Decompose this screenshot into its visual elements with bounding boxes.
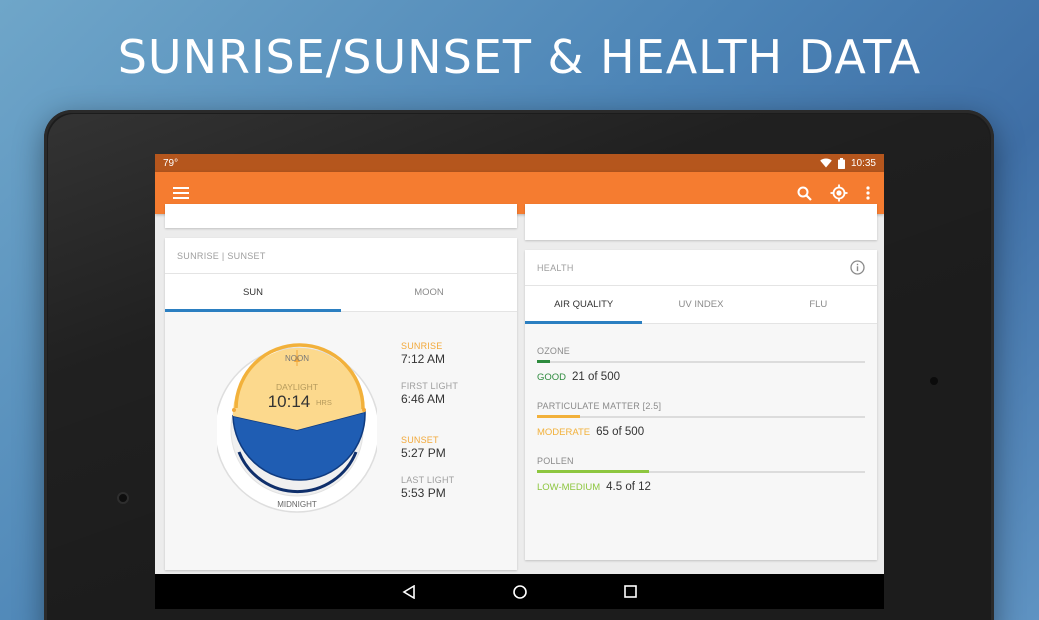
- tab-moon[interactable]: MOON: [341, 274, 517, 311]
- metric-label: OZONE: [537, 346, 571, 356]
- info-icon[interactable]: [850, 260, 865, 275]
- dial-midnight-label: MIDNIGHT: [277, 500, 317, 509]
- health-metric: OZONE GOOD 21 of 500: [537, 346, 865, 383]
- sunset-label: SUNSET: [401, 435, 439, 445]
- card-header: SUNRISE | SUNSET: [165, 238, 517, 274]
- metric-value: 21 of 500: [572, 371, 620, 383]
- status-time: 10:35: [850, 157, 876, 169]
- metric-row: LOW-MEDIUM 4.5 of 12: [537, 481, 865, 493]
- wifi-icon: [820, 158, 832, 168]
- my-location-icon[interactable]: [830, 184, 848, 202]
- app-bar-actions: [797, 184, 870, 202]
- front-camera: [117, 492, 129, 504]
- sunrise-value: 7:12 AM: [401, 352, 446, 366]
- metric-bar-track: [537, 360, 865, 363]
- last-light-label: LAST LIGHT: [401, 475, 455, 485]
- metric-value: 4.5 of 12: [606, 481, 651, 493]
- metric-status: LOW-MEDIUM: [537, 482, 601, 493]
- last-light-block: LAST LIGHT 5:53 PM: [401, 474, 511, 501]
- status-icons: 10:35: [820, 157, 876, 169]
- metric-bar-fill: [537, 360, 551, 363]
- sun-panel: NOON MIDNIGHT DAYLIGHT 10:14 HRS SUNRISE…: [165, 312, 517, 570]
- metric-status: GOOD: [537, 372, 567, 383]
- metric-bar-fill: [537, 470, 649, 473]
- tab-air-quality[interactable]: AIR QUALITY: [525, 286, 643, 324]
- air-quality-panel: OZONE GOOD 21 of 500 PARTICULATE MATTER [2.…: [525, 324, 877, 560]
- health-metric: POLLEN LOW-MEDIUM 4.5 of 12: [537, 456, 865, 493]
- first-light-value: 6:46 AM: [401, 392, 446, 406]
- status-temperature: 79°: [163, 157, 179, 169]
- previous-card-left: [165, 204, 517, 228]
- metric-bar-fill: [537, 415, 580, 418]
- search-icon[interactable]: [797, 186, 812, 201]
- headline: SUNRISE/SUNSET & HEALTH DATA: [117, 30, 922, 84]
- metric-label: POLLEN: [537, 456, 574, 466]
- dial-noon-label: NOON: [285, 354, 309, 363]
- card-title: SUNRISE | SUNSET: [177, 250, 266, 261]
- previous-card-right: [525, 204, 877, 240]
- dial-daylight-unit: HRS: [316, 398, 332, 407]
- navigation-bar: [155, 574, 884, 609]
- metric-label: PARTICULATE MATTER [2.5]: [537, 401, 662, 411]
- dial-daylight-label: DAYLIGHT: [276, 382, 318, 392]
- tab-uv-index[interactable]: UV INDEX: [642, 286, 759, 323]
- card-title: HEALTH: [537, 262, 574, 273]
- card-header: HEALTH: [525, 250, 877, 286]
- light-sensor: [930, 377, 938, 385]
- sunrise-sunset-card: SUNRISE | SUNSET SUN MOON NOON MIDNIGHT …: [165, 238, 517, 570]
- sunrise-block: SUNRISE 7:12 AM: [401, 340, 511, 367]
- device-screen: 79° 10:35 SUNRISE | SUNSET SUN MOON NOON…: [155, 154, 884, 609]
- first-light-label: FIRST LIGHT: [401, 381, 459, 391]
- metric-row: MODERATE 65 of 500: [537, 426, 865, 438]
- health-tabs: AIR QUALITY UV INDEX FLU: [525, 286, 877, 324]
- last-light-value: 5:53 PM: [401, 486, 446, 500]
- tab-sun[interactable]: SUN: [165, 274, 341, 312]
- recents-icon[interactable]: [624, 585, 637, 598]
- home-icon[interactable]: [512, 584, 528, 600]
- sunrise-label: SUNRISE: [401, 341, 443, 351]
- tab-flu[interactable]: FLU: [760, 286, 877, 323]
- sunset-value: 5:27 PM: [401, 446, 446, 460]
- back-icon[interactable]: [402, 584, 416, 599]
- health-card: HEALTH AIR QUALITY UV INDEX FLU OZONE GOO…: [525, 250, 877, 560]
- more-vert-icon[interactable]: [866, 186, 870, 200]
- battery-icon: [837, 157, 845, 169]
- status-bar: 79° 10:35: [155, 154, 884, 172]
- hamburger-menu-icon[interactable]: [173, 187, 189, 199]
- metric-row: GOOD 21 of 500: [537, 371, 865, 383]
- metric-bar-track: [537, 470, 865, 473]
- metric-status: MODERATE: [537, 427, 591, 438]
- sun-times: SUNRISE 7:12 AM FIRST LIGHT 6:46 AM SUNS…: [401, 340, 511, 514]
- health-metric: PARTICULATE MATTER [2.5] MODERATE 65 of 50…: [537, 401, 865, 438]
- first-light-block: FIRST LIGHT 6:46 AM: [401, 380, 511, 407]
- sunset-block: SUNSET 5:27 PM: [401, 434, 511, 461]
- sun-moon-tabs: SUN MOON: [165, 274, 517, 312]
- dial-daylight-value: 10:14: [268, 392, 311, 411]
- daylight-dial: NOON MIDNIGHT DAYLIGHT 10:14 HRS: [217, 343, 377, 513]
- metric-value: 65 of 500: [596, 426, 645, 438]
- metric-bar-track: [537, 415, 865, 418]
